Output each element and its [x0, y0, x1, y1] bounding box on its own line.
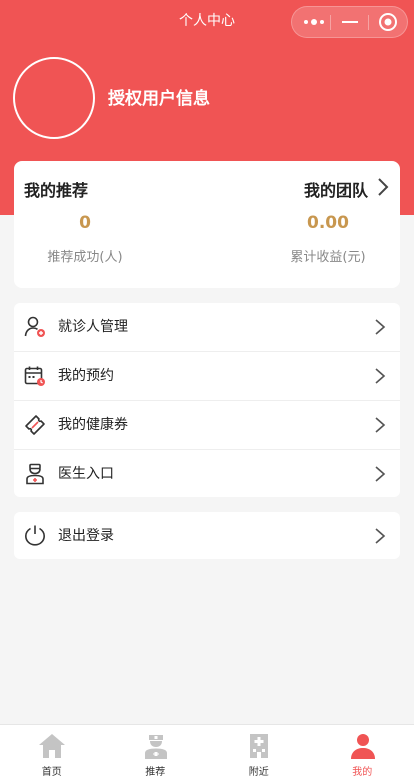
more-dots-icon — [303, 19, 324, 25]
tab-label: 附近 — [248, 767, 269, 778]
menu-item-label: 就诊人管理 — [58, 319, 128, 335]
menu-item-my-appointments[interactable]: 我的预约 — [14, 352, 400, 400]
menu-item-label: 我的健康券 — [58, 417, 128, 433]
more-button[interactable] — [294, 7, 333, 37]
menu-item-patient-management[interactable]: 就诊人管理 — [14, 303, 400, 351]
tab-mine[interactable]: 我的 — [311, 725, 414, 780]
minimize-button[interactable] — [330, 7, 369, 37]
ticket-icon — [25, 415, 45, 435]
minimize-icon — [341, 21, 358, 23]
chevron-right-icon — [375, 368, 386, 384]
profile-page: 个人中心 授权用户信息 我的推荐 我的团队 0 推荐成功(人) 0.00 累计收… — [0, 0, 414, 780]
logout-label: 退出登录 — [58, 528, 114, 544]
menu-item-doctor-entry[interactable]: 医生入口 — [14, 450, 400, 497]
total-earnings-value: 0.00 — [307, 213, 349, 233]
chevron-right-icon — [375, 528, 386, 544]
tab-label: 首页 — [41, 767, 62, 778]
my-recommend-title[interactable]: 我的推荐 — [24, 177, 88, 201]
person-icon — [350, 734, 375, 759]
authorize-user-info-link[interactable]: 授权用户信息 — [108, 88, 210, 110]
chevron-right-icon — [375, 466, 386, 482]
tab-label: 我的 — [352, 767, 373, 778]
avatar[interactable] — [13, 57, 95, 139]
tab-recommend[interactable]: 推荐 — [104, 725, 208, 780]
mini-program-capsule — [291, 6, 408, 38]
chevron-right-icon[interactable] — [376, 176, 390, 198]
recommend-count-value: 0 — [79, 213, 91, 233]
bottom-tab-bar: 首页 推荐 附近 我的 — [0, 724, 414, 780]
close-mini-program-button[interactable] — [368, 7, 407, 37]
tab-home[interactable]: 首页 — [0, 725, 104, 780]
power-icon — [24, 525, 46, 546]
stats-card: 我的推荐 我的团队 0 推荐成功(人) 0.00 累计收益(元) — [14, 161, 400, 288]
chevron-right-icon — [375, 417, 386, 433]
home-icon — [39, 734, 65, 758]
tab-label: 推荐 — [145, 767, 166, 778]
target-close-icon — [378, 13, 397, 31]
logout-button[interactable]: 退出登录 — [14, 512, 400, 559]
patient-user-icon — [24, 316, 45, 337]
my-team-link[interactable]: 我的团队 — [304, 177, 368, 201]
menu-item-health-coupons[interactable]: 我的健康券 — [14, 401, 400, 449]
menu-card: 就诊人管理 我的预约 我的健康券 医生入口 — [14, 303, 400, 497]
nurse-icon — [144, 735, 167, 759]
calendar-icon — [24, 366, 45, 386]
chevron-right-icon — [375, 319, 386, 335]
total-earnings-label: 累计收益(元) — [290, 250, 366, 265]
menu-item-label: 我的预约 — [58, 368, 114, 384]
hospital-icon — [250, 734, 268, 758]
doctor-icon — [26, 463, 44, 485]
menu-item-label: 医生入口 — [58, 466, 114, 482]
recommend-count-label: 推荐成功(人) — [47, 250, 123, 265]
tab-nearby[interactable]: 附近 — [207, 725, 311, 780]
